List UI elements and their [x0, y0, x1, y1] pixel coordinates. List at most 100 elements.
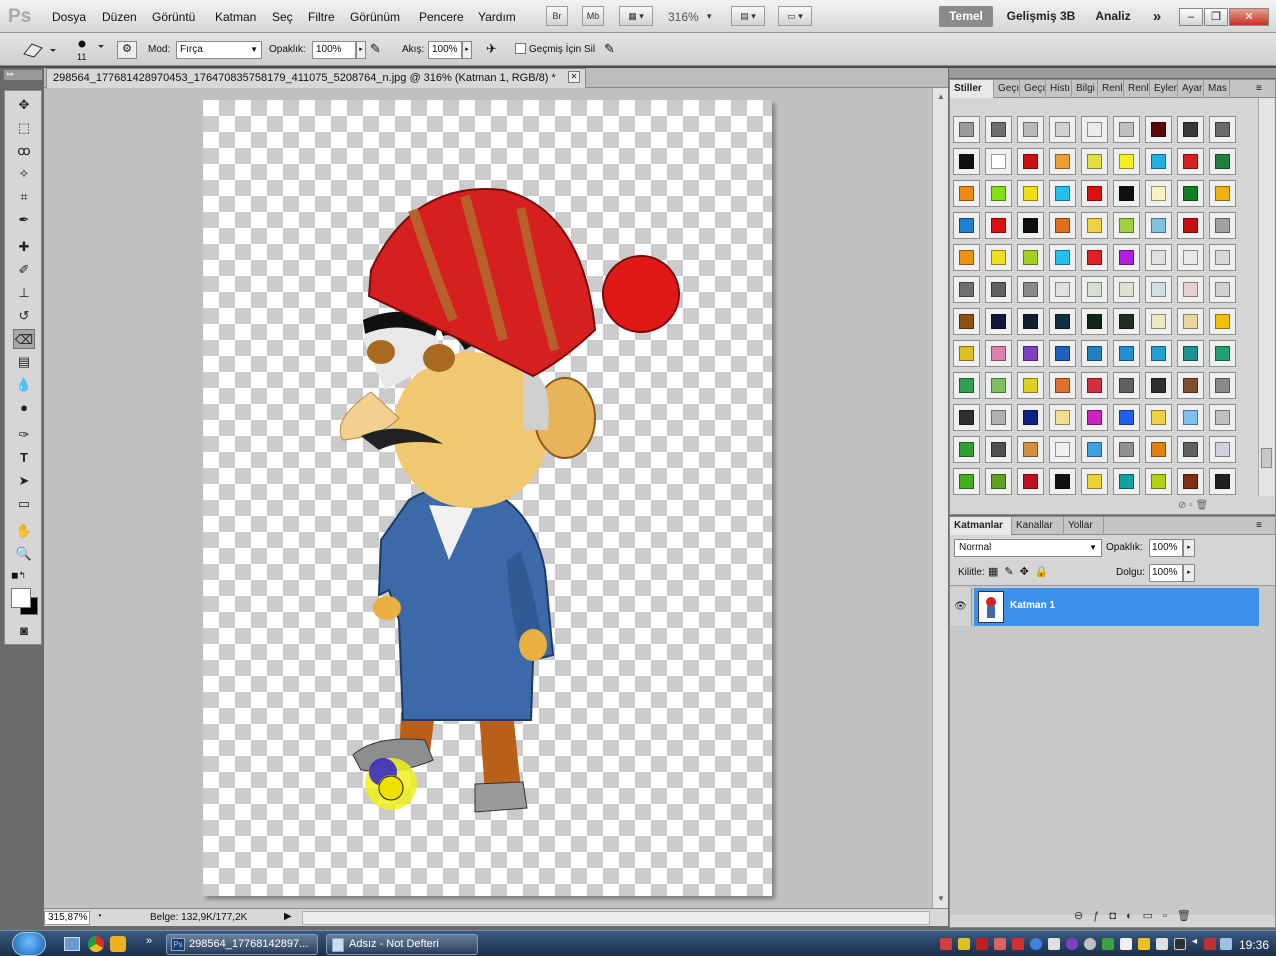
- style-swatch[interactable]: [953, 180, 980, 207]
- tray-app-icon[interactable]: [976, 938, 988, 950]
- style-swatch[interactable]: [1049, 116, 1076, 143]
- style-swatch[interactable]: [1145, 404, 1172, 431]
- default-colors-icon[interactable]: ◼↰: [11, 570, 26, 581]
- style-swatch[interactable]: [1177, 436, 1204, 463]
- style-swatch[interactable]: [953, 436, 980, 463]
- style-swatch[interactable]: [1209, 180, 1236, 207]
- style-swatch[interactable]: [1081, 244, 1108, 271]
- style-swatch[interactable]: [1113, 180, 1140, 207]
- styles-scroll-thumb[interactable]: [1261, 448, 1272, 468]
- style-swatch[interactable]: [1049, 308, 1076, 335]
- style-swatch[interactable]: [1177, 340, 1204, 367]
- fill-input[interactable]: 100%: [1149, 564, 1183, 582]
- style-swatch[interactable]: [1177, 180, 1204, 207]
- tab-actions[interactable]: Eyler: [1150, 80, 1178, 98]
- tab-color[interactable]: Renl: [1098, 80, 1124, 98]
- tab-history[interactable]: Geçı: [994, 80, 1020, 98]
- airbrush-icon[interactable]: ✈: [486, 41, 504, 59]
- flow-slider-toggle-icon[interactable]: ▸: [462, 41, 472, 59]
- canvas-horizontal-scrollbar[interactable]: [302, 911, 930, 925]
- healing-brush-tool-icon[interactable]: ✚: [13, 237, 35, 257]
- style-swatch[interactable]: [1177, 116, 1204, 143]
- brush-size-picker[interactable]: 11: [66, 38, 106, 64]
- hand-tool-icon[interactable]: ✋: [13, 521, 35, 541]
- tab-masks[interactable]: Mas: [1204, 80, 1230, 98]
- style-swatch[interactable]: [985, 212, 1012, 239]
- style-swatch[interactable]: [1145, 372, 1172, 399]
- tray-app-icon[interactable]: [1030, 938, 1042, 950]
- style-swatch[interactable]: [1209, 436, 1236, 463]
- style-swatch[interactable]: [953, 308, 980, 335]
- style-swatch[interactable]: [1209, 244, 1236, 271]
- style-swatch[interactable]: [1081, 436, 1108, 463]
- style-swatch[interactable]: [985, 244, 1012, 271]
- opacity-input[interactable]: 100%: [312, 41, 356, 59]
- style-swatch[interactable]: [1081, 340, 1108, 367]
- tab-histogram[interactable]: Histı: [1046, 80, 1072, 98]
- style-swatch[interactable]: [1145, 308, 1172, 335]
- path-selection-tool-icon[interactable]: ➤: [13, 471, 35, 491]
- menu-view[interactable]: Görünüm: [350, 10, 400, 24]
- style-swatch[interactable]: [1017, 212, 1044, 239]
- style-swatch[interactable]: [985, 148, 1012, 175]
- pressure-size-icon[interactable]: ✎: [604, 41, 622, 59]
- style-swatch[interactable]: [953, 340, 980, 367]
- marquee-tool-icon[interactable]: ⬚: [13, 118, 35, 138]
- style-swatch[interactable]: [1177, 244, 1204, 271]
- style-swatch[interactable]: [1017, 276, 1044, 303]
- style-swatch[interactable]: [1049, 340, 1076, 367]
- style-swatch[interactable]: [1081, 404, 1108, 431]
- zoom-tool-icon[interactable]: 🔍: [13, 544, 35, 564]
- style-swatch[interactable]: [1017, 436, 1044, 463]
- taskbar-more-icon[interactable]: »: [146, 935, 152, 947]
- document-tab[interactable]: 298564_177681428970453_176470835758179_4…: [46, 68, 586, 88]
- style-swatch[interactable]: [1177, 404, 1204, 431]
- style-swatch[interactable]: [1081, 372, 1108, 399]
- style-swatch[interactable]: [1049, 436, 1076, 463]
- style-swatch[interactable]: [1081, 308, 1108, 335]
- style-swatch[interactable]: [985, 436, 1012, 463]
- styles-footer-icons[interactable]: ⊘ ▫ 🗑: [1178, 500, 1208, 511]
- style-swatch[interactable]: [1081, 148, 1108, 175]
- tab-paths[interactable]: Yollar: [1064, 517, 1104, 535]
- style-swatch[interactable]: [1113, 308, 1140, 335]
- tray-app-icon[interactable]: [940, 938, 952, 950]
- style-swatch[interactable]: [985, 468, 1012, 495]
- style-swatch[interactable]: [1209, 308, 1236, 335]
- brush-tool-icon[interactable]: ✐: [13, 260, 35, 280]
- workspace-essentials[interactable]: Temel: [939, 6, 993, 27]
- style-swatch[interactable]: [1049, 180, 1076, 207]
- pressure-opacity-icon[interactable]: ✎: [370, 41, 388, 59]
- menu-edit[interactable]: Düzen: [102, 10, 137, 24]
- blend-mode-select[interactable]: Normal ▼: [954, 539, 1102, 557]
- style-swatch[interactable]: [1113, 116, 1140, 143]
- style-swatch[interactable]: [1049, 244, 1076, 271]
- style-swatch[interactable]: [1113, 148, 1140, 175]
- gradient-tool-icon[interactable]: ▤: [13, 352, 35, 372]
- zoom-dropdown-icon[interactable]: ▾: [707, 11, 712, 22]
- style-swatch[interactable]: [1113, 212, 1140, 239]
- tab-styles[interactable]: Stiller: [950, 80, 994, 98]
- style-swatch[interactable]: [953, 116, 980, 143]
- style-swatch[interactable]: [1049, 404, 1076, 431]
- style-swatch[interactable]: [1145, 276, 1172, 303]
- tab-swatches[interactable]: Geçı: [1020, 80, 1046, 98]
- style-swatch[interactable]: [1049, 468, 1076, 495]
- style-swatch[interactable]: [1017, 244, 1044, 271]
- canvas-vertical-scrollbar[interactable]: ▲ ▼: [932, 88, 948, 908]
- bridge-button[interactable]: Br: [546, 6, 568, 26]
- style-swatch[interactable]: [985, 340, 1012, 367]
- tray-expand-icon[interactable]: ◂: [1192, 936, 1197, 947]
- tab-layers[interactable]: Katmanlar: [950, 517, 1012, 535]
- blur-tool-icon[interactable]: 💧: [13, 375, 35, 395]
- style-swatch[interactable]: [1145, 148, 1172, 175]
- tab-channels[interactable]: Kanallar: [1012, 517, 1064, 535]
- tray-app-icon[interactable]: [958, 938, 970, 950]
- style-swatch[interactable]: [1081, 468, 1108, 495]
- task-photoshop[interactable]: Ps 298564_17768142897...: [166, 934, 318, 955]
- style-swatch[interactable]: [1113, 468, 1140, 495]
- style-swatch[interactable]: [1209, 116, 1236, 143]
- panel-menu-icon[interactable]: ≡: [1256, 83, 1262, 94]
- screen-mode-button[interactable]: ▭ ▾: [778, 6, 812, 26]
- menu-layer[interactable]: Katman: [215, 10, 256, 24]
